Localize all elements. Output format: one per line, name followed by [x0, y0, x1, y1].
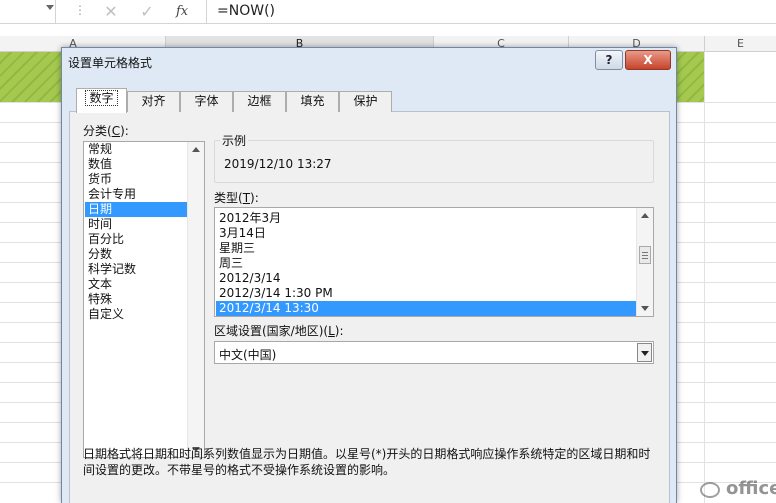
dropdown-button[interactable]: [637, 343, 652, 362]
watermark: office发: [700, 476, 776, 503]
insert-function-button[interactable]: fx: [176, 2, 196, 22]
format-cells-dialog: 设置单元格格式 ? X 数字 对齐 字体 边框 填充 保护 分类(C): 常规 …: [61, 47, 677, 503]
scroll-down-icon[interactable]: [641, 306, 649, 311]
help-button[interactable]: ?: [595, 50, 623, 70]
category-item[interactable]: 文本: [85, 277, 188, 292]
tab-fill[interactable]: 填充: [286, 91, 339, 112]
tab-font[interactable]: 字体: [180, 91, 233, 112]
category-item[interactable]: 百分比: [85, 232, 188, 247]
category-item[interactable]: 时间: [85, 217, 188, 232]
scroll-up-icon[interactable]: [641, 213, 649, 218]
category-item[interactable]: 会计专用: [85, 187, 188, 202]
category-item[interactable]: 特殊: [85, 292, 188, 307]
category-item[interactable]: 科学记数: [85, 262, 188, 277]
sample-group: 2019/12/10 13:27: [214, 140, 654, 183]
wechat-icon: [700, 482, 720, 498]
sample-label: 示例: [220, 132, 249, 149]
sample-value: 2019/12/10 13:27: [224, 157, 332, 171]
formula-input[interactable]: =NOW(): [206, 0, 776, 24]
type-item[interactable]: 2012/3/14: [216, 271, 636, 286]
tab-alignment[interactable]: 对齐: [127, 91, 180, 112]
category-item[interactable]: 货币: [85, 172, 188, 187]
chevron-down-icon[interactable]: [46, 5, 54, 10]
category-item-date[interactable]: 日期: [85, 202, 188, 217]
close-button[interactable]: X: [625, 50, 671, 70]
name-box[interactable]: [0, 0, 56, 24]
type-item[interactable]: 星期三: [216, 241, 636, 256]
type-item[interactable]: 周三: [216, 256, 636, 271]
tab-protection[interactable]: 保护: [339, 91, 392, 112]
category-scrollbar[interactable]: [187, 142, 204, 457]
category-list[interactable]: 常规 数值 货币 会计专用 日期 时间 百分比 分数 科学记数 文本 特殊 自定…: [83, 141, 205, 458]
scroll-up-icon[interactable]: [192, 147, 200, 152]
region-select[interactable]: 中文(中国): [214, 341, 654, 364]
category-label: 分类(C):: [83, 124, 129, 138]
cancel-x-icon[interactable]: ✕: [98, 2, 124, 22]
scroll-thumb[interactable]: [639, 246, 651, 264]
dialog-title: 设置单元格格式: [68, 56, 153, 70]
category-item[interactable]: 常规: [85, 142, 188, 157]
more-icon: ⋮: [74, 3, 86, 17]
type-item[interactable]: 2012年3月: [216, 211, 636, 226]
check-icon[interactable]: ✓: [134, 2, 160, 22]
type-item-selected[interactable]: 2012/3/14 13:30: [216, 301, 636, 316]
format-description: 日期格式将日期和时间系列数值显示为日期值。以星号(*)开头的日期格式响应操作系统…: [83, 447, 651, 477]
chevron-down-icon: [641, 351, 649, 356]
category-item[interactable]: 分数: [85, 247, 188, 262]
category-item[interactable]: 自定义: [85, 307, 188, 322]
region-value: 中文(中国): [219, 348, 277, 362]
type-label: 类型(T):: [214, 191, 259, 205]
column-header-e[interactable]: E: [705, 36, 776, 52]
tab-number[interactable]: 数字: [76, 88, 127, 113]
type-list[interactable]: 2012年3月 3月14日 星期三 周三 2012/3/14 2012/3/14…: [214, 207, 654, 317]
type-item[interactable]: 2012/3/14 1:30 PM: [216, 286, 636, 301]
region-label: 区域设置(国家/地区)(L):: [214, 324, 344, 338]
type-item[interactable]: 3月14日: [216, 226, 636, 241]
formula-bar: ⋮ ✕ ✓ fx =NOW(): [0, 0, 776, 24]
type-scrollbar[interactable]: [636, 208, 653, 316]
category-item[interactable]: 数值: [85, 157, 188, 172]
tab-border[interactable]: 边框: [233, 91, 286, 112]
